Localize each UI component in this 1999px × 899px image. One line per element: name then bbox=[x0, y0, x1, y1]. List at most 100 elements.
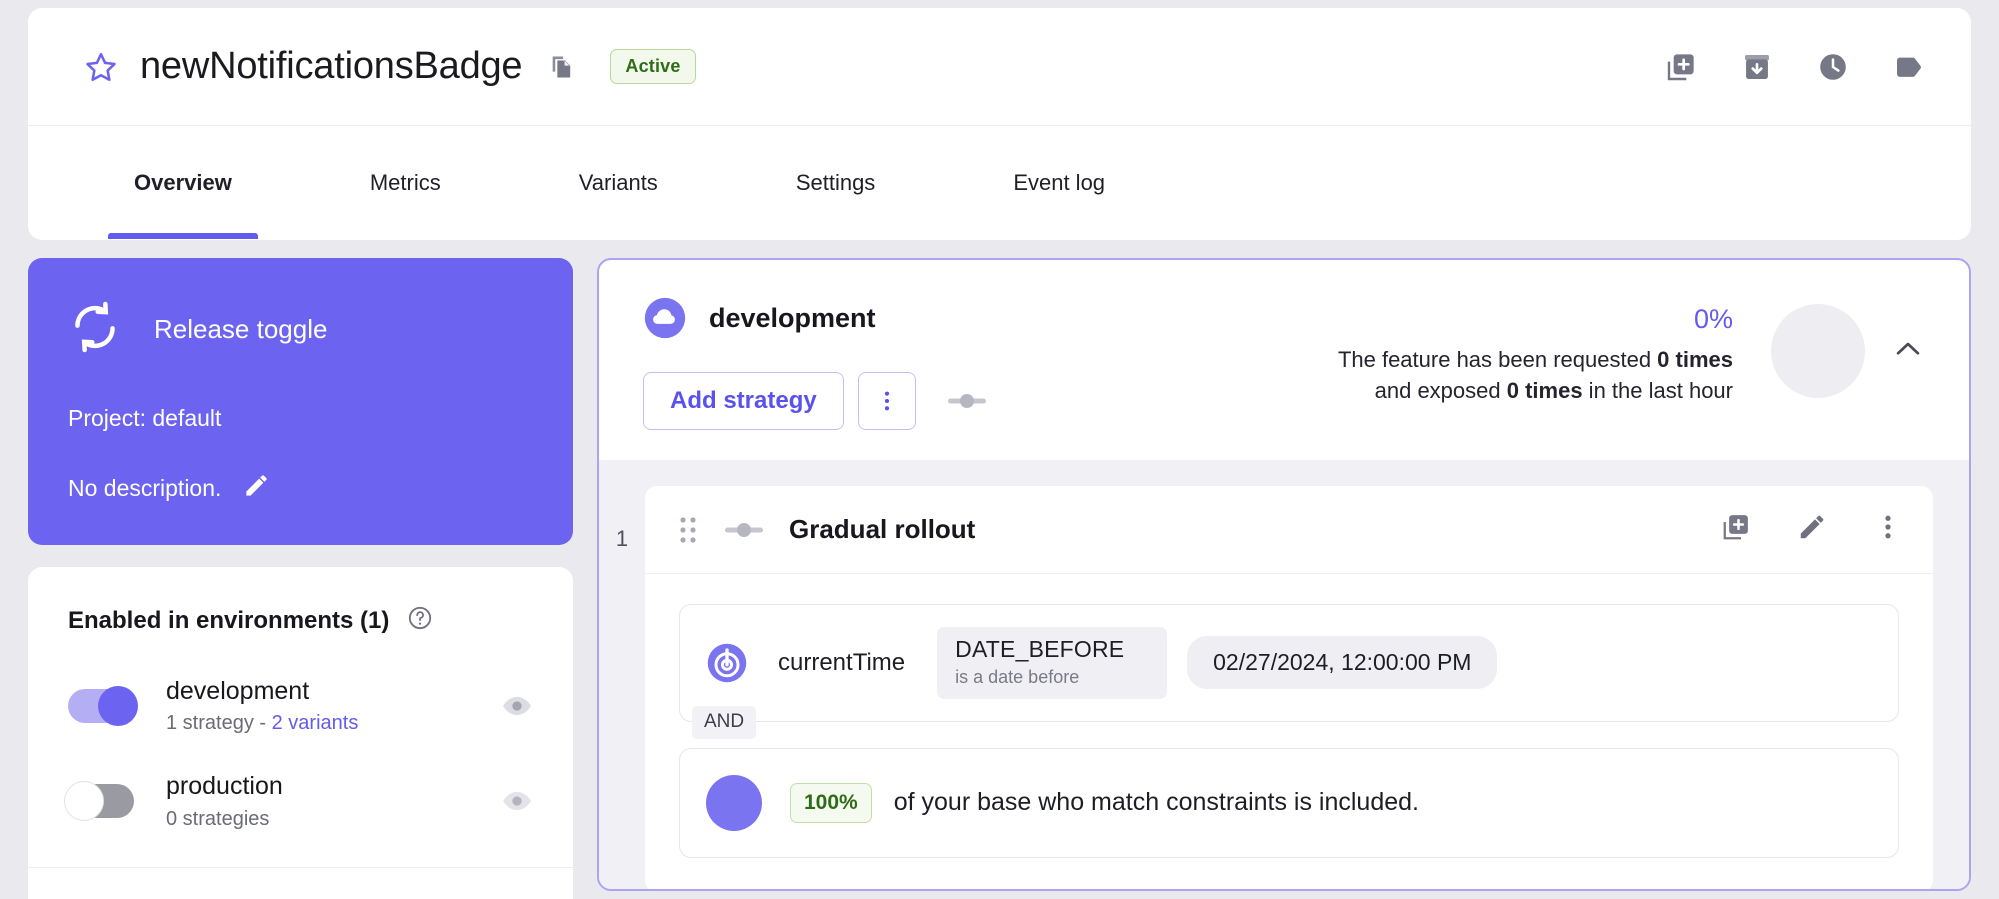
rollout-percentage-badge: 100% bbox=[790, 783, 872, 823]
strategy-name: Gradual rollout bbox=[789, 514, 975, 545]
copy-strategy-icon[interactable] bbox=[1721, 512, 1751, 547]
constraint-context-name: currentTime bbox=[778, 649, 905, 677]
pencil-icon[interactable] bbox=[243, 472, 270, 505]
add-strategy-button[interactable]: Add strategy bbox=[643, 372, 844, 430]
requested-count: 0 times bbox=[1657, 347, 1733, 372]
star-icon[interactable] bbox=[84, 50, 118, 84]
environment-name: development bbox=[709, 303, 876, 334]
constraint-value: 02/27/2024, 12:00:00 PM bbox=[1187, 636, 1497, 689]
environment-name: development bbox=[166, 676, 358, 707]
enabled-environments-card: Enabled in environments (1) development … bbox=[28, 567, 573, 899]
requested-stat-line: The feature has been requested 0 times bbox=[1338, 344, 1733, 375]
environment-strategy-summary: 0 strategies bbox=[166, 808, 283, 831]
tab-settings[interactable]: Settings bbox=[770, 126, 902, 239]
toggle-knob bbox=[98, 686, 138, 726]
toggle-knob bbox=[64, 781, 104, 821]
project-line: Project: default bbox=[68, 405, 533, 432]
feature-header-row: newNotificationsBadge Active bbox=[28, 8, 1971, 126]
strategy-list: 1 bbox=[599, 460, 1969, 891]
tab-label: Settings bbox=[796, 170, 876, 196]
tab-label: Metrics bbox=[370, 170, 441, 196]
environment-toggle-development[interactable] bbox=[68, 689, 134, 723]
strategy-item: 1 bbox=[599, 486, 1969, 891]
feature-toggle-overview-page: newNotificationsBadge Active bbox=[0, 0, 1999, 899]
environment-accordion-header: development Add strategy bbox=[599, 260, 1969, 460]
add-to-collection-icon[interactable] bbox=[1665, 51, 1697, 83]
exposed-prefix: and exposed bbox=[1375, 378, 1507, 403]
more-vertical-icon[interactable] bbox=[858, 372, 916, 430]
environment-actions: Add strategy bbox=[643, 372, 986, 430]
eye-icon[interactable] bbox=[501, 690, 533, 722]
tab-label: Overview bbox=[134, 170, 232, 196]
strategy-card-actions bbox=[1721, 512, 1903, 547]
exposed-suffix: in the last hour bbox=[1583, 378, 1733, 403]
target-icon bbox=[706, 642, 748, 684]
environment-info: production 0 strategies bbox=[166, 771, 283, 830]
and-connector-label: AND bbox=[692, 706, 756, 739]
release-toggle-card: Release toggle Project: default No descr… bbox=[28, 258, 573, 545]
tab-label: Variants bbox=[579, 170, 658, 196]
cloud-icon bbox=[643, 296, 687, 340]
release-toggle-label: Release toggle bbox=[154, 314, 327, 345]
feature-header-card: newNotificationsBadge Active bbox=[28, 8, 1971, 240]
constraint-operator-chip: DATE_BEFORE is a date before bbox=[937, 627, 1167, 699]
tab-event-log[interactable]: Event log bbox=[987, 126, 1131, 239]
tab-label: Event log bbox=[1013, 170, 1105, 196]
environment-title-row: development bbox=[643, 296, 986, 340]
rollout-description: of your base who match constraints is in… bbox=[894, 788, 1419, 817]
exposed-count: 0 times bbox=[1507, 378, 1583, 403]
feature-sidebar: Release toggle Project: default No descr… bbox=[28, 258, 573, 899]
constraint-operator-description: is a date before bbox=[955, 667, 1149, 688]
environment-name: production bbox=[166, 771, 283, 802]
enabled-environments-label: Enabled in environments (1) bbox=[68, 607, 389, 635]
environment-row-production: production 0 strategies bbox=[28, 771, 573, 830]
exposure-percentage: 0% bbox=[1338, 304, 1733, 335]
enabled-environments-title: Enabled in environments (1) bbox=[28, 605, 573, 636]
strategies-count: 1 strategy - bbox=[166, 712, 272, 734]
page-title: newNotificationsBadge bbox=[140, 45, 522, 88]
strategy-index: 1 bbox=[599, 486, 645, 552]
feature-tabs: Overview Metrics Variants Settings Event… bbox=[28, 126, 1971, 239]
rollout-row: 100% of your base who match constraints … bbox=[679, 748, 1899, 858]
more-vertical-icon[interactable] bbox=[1873, 512, 1903, 547]
rollout-indicator-dot bbox=[706, 775, 762, 831]
description-text: No description. bbox=[68, 475, 221, 502]
edit-pencil-icon[interactable] bbox=[1797, 512, 1827, 547]
header-actions bbox=[1665, 51, 1925, 83]
tab-variants[interactable]: Variants bbox=[553, 126, 684, 239]
tab-metrics[interactable]: Metrics bbox=[344, 126, 467, 239]
tab-overview[interactable]: Overview bbox=[108, 126, 258, 239]
environment-row-development: development 1 strategy - 2 variants bbox=[28, 676, 573, 735]
status-badge: Active bbox=[610, 49, 695, 84]
sidebar-next-section bbox=[28, 868, 573, 899]
release-toggle-type: Release toggle bbox=[68, 300, 533, 359]
description-row: No description. bbox=[68, 472, 533, 505]
environment-header-left: development Add strategy bbox=[643, 296, 986, 430]
archive-icon[interactable] bbox=[1741, 51, 1773, 83]
strategy-card-body: currentTime DATE_BEFORE is a date before… bbox=[645, 574, 1933, 891]
environment-strategy-summary: 1 strategy - 2 variants bbox=[166, 712, 358, 735]
strategy-card-header: Gradual rollout bbox=[645, 486, 1933, 574]
gradual-rollout-icon bbox=[725, 521, 763, 539]
exposure-donut-chart bbox=[1771, 304, 1865, 398]
environment-stats: 0% The feature has been requested 0 time… bbox=[1338, 304, 1733, 406]
requested-prefix: The feature has been requested bbox=[1338, 347, 1657, 372]
help-circle-icon[interactable] bbox=[407, 605, 433, 636]
constraint-operator: DATE_BEFORE bbox=[955, 636, 1149, 664]
environment-accordion-development: development Add strategy bbox=[597, 258, 1971, 891]
gradual-rollout-icon bbox=[948, 392, 986, 410]
tag-icon[interactable] bbox=[1893, 51, 1925, 83]
strategy-card: Gradual rollout bbox=[645, 486, 1933, 891]
copy-icon[interactable] bbox=[548, 53, 576, 81]
variants-link[interactable]: 2 variants bbox=[272, 712, 359, 734]
environment-metrics: 0% The feature has been requested 0 time… bbox=[1338, 296, 1925, 430]
eye-icon[interactable] bbox=[501, 785, 533, 817]
drag-handle-icon[interactable] bbox=[677, 513, 699, 547]
release-toggle-icon bbox=[68, 300, 122, 359]
environment-info: development 1 strategy - 2 variants bbox=[166, 676, 358, 735]
chevron-up-icon[interactable] bbox=[1891, 332, 1925, 366]
history-clock-icon[interactable] bbox=[1817, 51, 1849, 83]
environment-toggle-production[interactable] bbox=[68, 784, 134, 818]
constraint-row: currentTime DATE_BEFORE is a date before… bbox=[679, 604, 1899, 722]
exposed-stat-line: and exposed 0 times in the last hour bbox=[1338, 375, 1733, 406]
